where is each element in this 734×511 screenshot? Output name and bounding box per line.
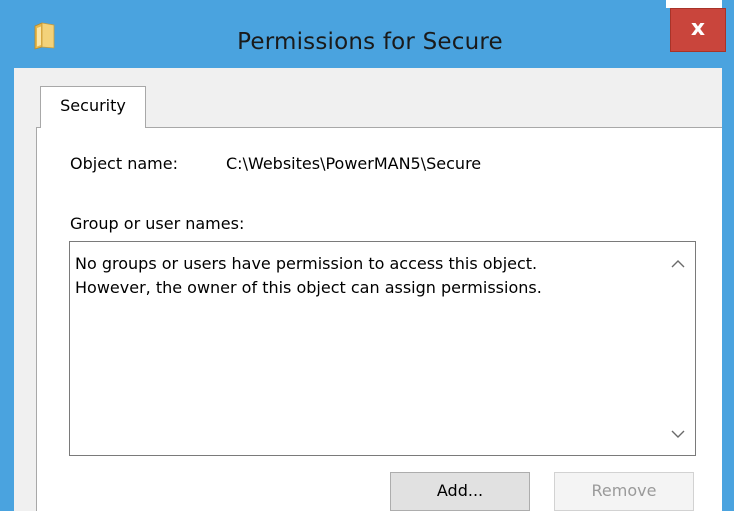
add-button[interactable]: Add... [390, 472, 530, 511]
scroll-down-button[interactable] [661, 420, 695, 450]
scroll-up-button[interactable] [661, 250, 695, 280]
window-title: Permissions for Secure [237, 29, 503, 55]
chevron-down-icon [671, 430, 685, 438]
message-line: No groups or users have permission to ac… [75, 254, 538, 273]
folder-icon [34, 22, 55, 50]
message-line: However, the owner of this object can as… [75, 278, 542, 297]
close-button[interactable]: x [670, 8, 726, 52]
tab-security[interactable]: Security [40, 86, 146, 128]
chevron-up-icon [671, 260, 685, 268]
listbox-scrollbar[interactable] [661, 242, 695, 455]
remove-button[interactable]: Remove [554, 472, 694, 511]
permissions-dialog: Permissions for Secure x Security Object… [0, 0, 734, 511]
no-permissions-message: No groups or users have permission to ac… [75, 252, 655, 300]
window-border-right [722, 0, 734, 511]
group-user-names-listbox[interactable]: No groups or users have permission to ac… [69, 241, 696, 456]
window-border-left [0, 0, 14, 511]
object-name-label: Object name: [70, 154, 178, 173]
object-name-value: C:\Websites\PowerMAN5\Secure [226, 154, 482, 173]
group-user-names-label: Group or user names: [70, 214, 245, 233]
